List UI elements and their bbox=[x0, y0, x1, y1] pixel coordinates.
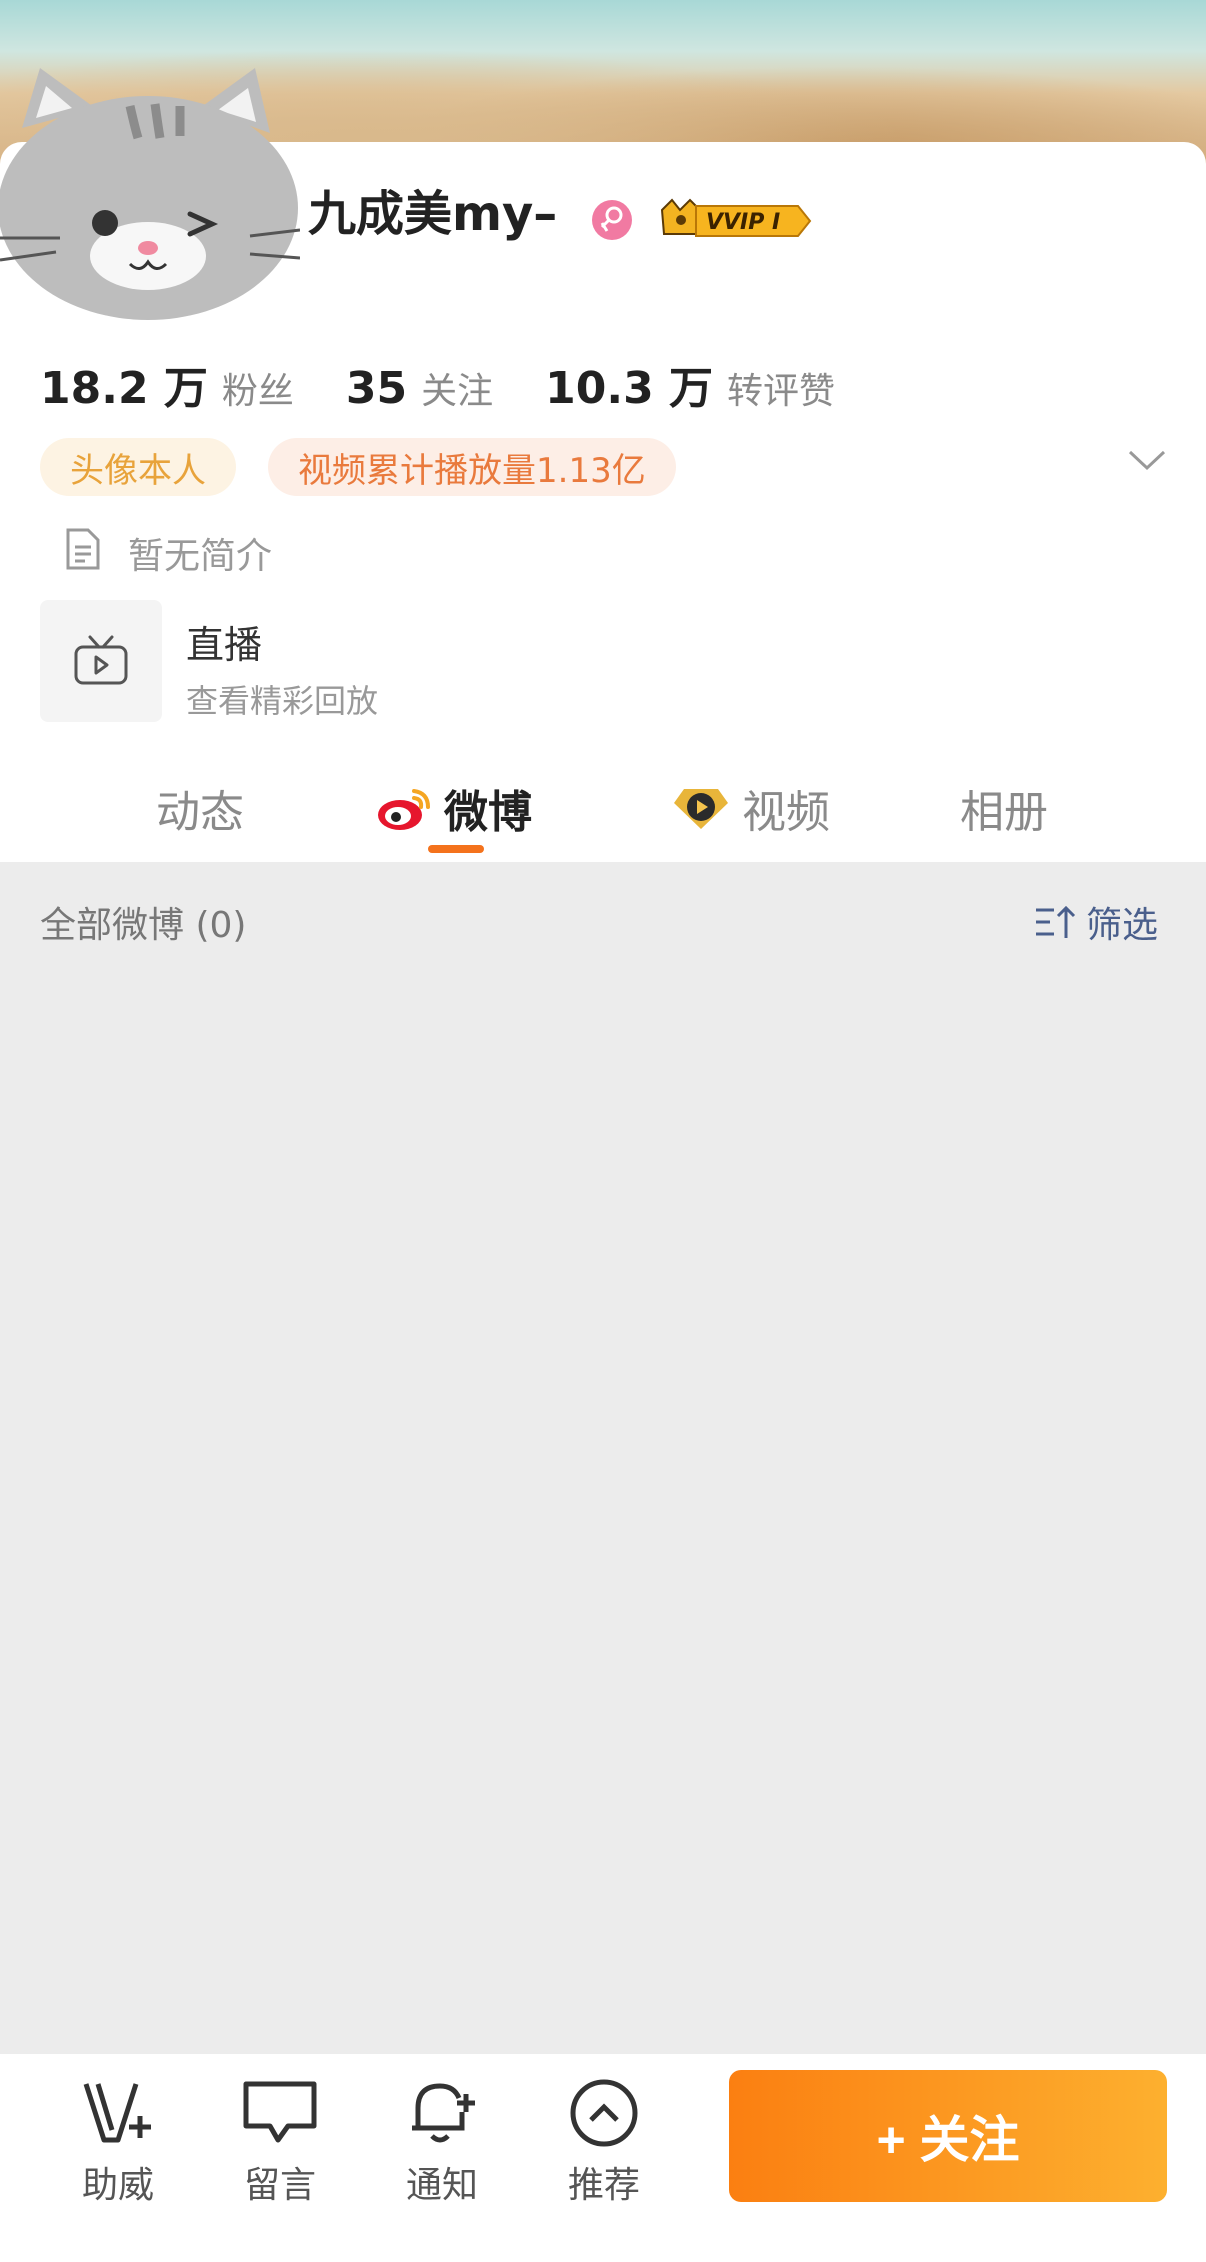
cheer-icon bbox=[83, 2083, 151, 2143]
bio-text: 暂无简介 bbox=[128, 536, 273, 577]
profile-name: 九成美my– bbox=[308, 186, 558, 242]
stat-followers[interactable]: 18.2 万 粉丝 bbox=[40, 352, 294, 416]
tag-video-plays[interactable]: 视频累计播放量1.13亿 bbox=[268, 438, 676, 496]
recommend-label: 推荐 bbox=[567, 2165, 640, 2206]
chevron-down-icon[interactable] bbox=[1128, 448, 1166, 476]
tab-label: 动态 bbox=[156, 787, 244, 838]
tv-icon bbox=[74, 635, 128, 685]
filter-button[interactable]: 筛选 bbox=[1034, 896, 1158, 948]
message-label: 留言 bbox=[243, 2165, 316, 2206]
tab-activity[interactable]: 动态 bbox=[156, 776, 244, 840]
vip-badge[interactable]: VVIP I bbox=[652, 196, 812, 250]
tag-avatar-verified[interactable]: 头像本人 bbox=[40, 438, 236, 496]
filter-icon bbox=[1036, 905, 1076, 938]
tab-label: 微博 bbox=[444, 787, 532, 838]
feed-header: 全部微博 (0) bbox=[40, 905, 247, 946]
tab-label: 相册 bbox=[960, 787, 1048, 838]
stat-value: 18.2 万 bbox=[40, 363, 208, 414]
cheer-label: 助威 bbox=[81, 2165, 154, 2206]
recommend-button[interactable]: 推荐 bbox=[554, 2078, 654, 2208]
weibo-icon bbox=[378, 789, 430, 830]
chevron-up-circle-icon bbox=[570, 2079, 638, 2147]
tab-label: 视频 bbox=[742, 787, 830, 838]
stat-label: 粉丝 bbox=[221, 371, 294, 412]
stat-label: 关注 bbox=[421, 371, 494, 412]
cheer-button[interactable]: 助威 bbox=[68, 2078, 168, 2208]
stats-row: 18.2 万 粉丝 35 关注 10.3 万 转评赞 bbox=[40, 352, 887, 416]
tab-album[interactable]: 相册 bbox=[960, 776, 1048, 840]
notify-label: 通知 bbox=[405, 2165, 478, 2206]
notify-button[interactable]: 通知 bbox=[392, 2078, 492, 2208]
live-tv-button[interactable] bbox=[40, 600, 162, 722]
message-button[interactable]: 留言 bbox=[230, 2078, 330, 2208]
bell-plus-icon bbox=[412, 2083, 475, 2143]
stat-following[interactable]: 35 关注 bbox=[346, 362, 493, 414]
active-tab-indicator bbox=[428, 845, 484, 853]
stat-interactions[interactable]: 10.3 万 转评赞 bbox=[545, 352, 835, 416]
avatar[interactable] bbox=[0, 38, 301, 320]
follow-button[interactable]: + 关注 bbox=[729, 2070, 1167, 2202]
stat-value: 10.3 万 bbox=[545, 363, 714, 414]
stat-label: 转评赞 bbox=[727, 371, 836, 412]
video-badge-icon bbox=[674, 789, 728, 829]
live-subtitle: 查看精彩回放 bbox=[186, 682, 379, 720]
document-icon bbox=[64, 527, 102, 575]
stat-value: 35 bbox=[345, 363, 408, 414]
profile-tabs: 动态 微博 视频 相册 bbox=[0, 764, 1206, 860]
chat-bubble-icon bbox=[243, 2081, 317, 2143]
tab-video[interactable]: 视频 bbox=[670, 776, 830, 840]
filter-label: 筛选 bbox=[1086, 905, 1159, 946]
tab-weibo[interactable]: 微博 bbox=[376, 776, 532, 840]
female-icon bbox=[592, 200, 632, 240]
vip-label: VVIP I bbox=[706, 210, 780, 235]
live-title[interactable]: 直播 bbox=[186, 614, 262, 669]
